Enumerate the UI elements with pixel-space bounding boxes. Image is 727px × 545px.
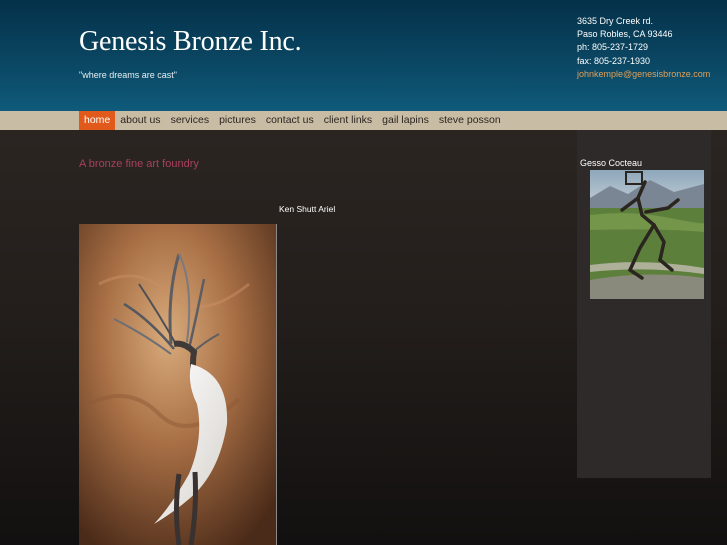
main-nav: home about us services pictures contact … — [0, 111, 727, 130]
contact-info: 3635 Dry Creek rd. Paso Robles, CA 93446… — [577, 15, 710, 81]
fax-number: fax: 805-237-1930 — [577, 55, 651, 66]
nav-item-pictures[interactable]: pictures — [214, 111, 261, 130]
nav-list: home about us services pictures contact … — [79, 111, 506, 130]
nav-item-gail-lapins[interactable]: gail lapins — [377, 111, 434, 130]
image-caption: Ken Shutt Ariel — [279, 204, 336, 214]
address-line-2: Paso Robles, CA 93446 — [577, 29, 673, 40]
email-link[interactable]: johnkemple@genesisbronze.com — [577, 68, 710, 81]
address-line-1: 3635 Dry Creek rd. — [577, 16, 654, 26]
phone-number: ph: 805-237-1729 — [577, 42, 649, 53]
nav-item-steve-posson[interactable]: steve posson — [434, 111, 506, 130]
intro-text: A bronze fine art foundry — [79, 158, 199, 170]
nav-item-client-links[interactable]: client links — [319, 111, 377, 130]
nav-item-about-us[interactable]: about us — [115, 111, 165, 130]
sculpture-photo-graphic — [79, 224, 276, 545]
site-title: Genesis Bronze Inc. — [79, 26, 302, 57]
site-tagline: "where dreams are cast" — [79, 70, 177, 80]
sidebar-title: Gesso Cocteau — [580, 158, 643, 168]
main-content: A bronze fine art foundry Ken Shutt Arie… — [0, 130, 727, 545]
nav-item-contact-us[interactable]: contact us — [261, 111, 319, 130]
site-header: Genesis Bronze Inc. "where dreams are ca… — [0, 0, 727, 111]
nav-item-home[interactable]: home — [79, 111, 116, 130]
sidebar-photo-graphic — [590, 170, 704, 299]
sidebar-sculpture-photo[interactable] — [590, 170, 704, 299]
sculpture-photo — [79, 224, 277, 545]
nav-item-services[interactable]: services — [166, 111, 215, 130]
sidebar-panel: Gesso Cocteau — [577, 130, 711, 478]
